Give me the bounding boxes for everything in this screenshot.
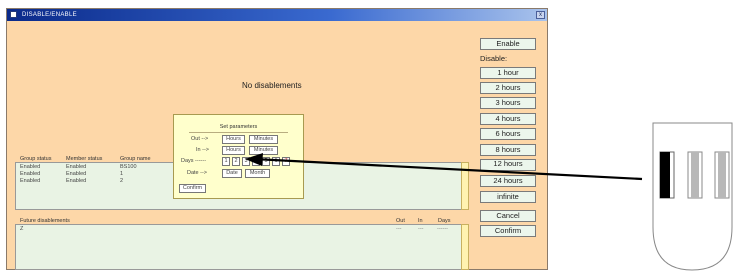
cancel-button[interactable]: Cancel bbox=[480, 210, 536, 222]
duration-infinite-button[interactable]: infinite bbox=[480, 191, 536, 203]
date-label: Date --> bbox=[187, 170, 208, 176]
disable-label: Disable: bbox=[480, 54, 508, 63]
duration-6-hours-button[interactable]: 6 hours bbox=[480, 128, 536, 140]
confirm-button[interactable]: Confirm bbox=[480, 225, 536, 237]
future-out-value: --- bbox=[396, 226, 402, 232]
table-cell: 2 bbox=[120, 178, 124, 184]
window-title: DISABLE/ENABLE bbox=[22, 12, 77, 18]
future-row-index: Z bbox=[20, 226, 24, 232]
close-button[interactable]: x bbox=[536, 11, 545, 19]
day-6-button[interactable]: 6 bbox=[272, 157, 280, 166]
duration-24-hours-button[interactable]: 24 hours bbox=[480, 175, 536, 187]
duration-4-hours-button[interactable]: 4 hours bbox=[480, 113, 536, 125]
future-disablements-list[interactable] bbox=[15, 224, 462, 270]
day-4-button[interactable]: 4 bbox=[252, 157, 260, 166]
month-button[interactable]: Month bbox=[245, 169, 270, 178]
out-label: Out --> bbox=[191, 136, 209, 142]
table-cell: Enabled bbox=[20, 171, 41, 177]
status-message: No disablements bbox=[242, 81, 302, 90]
day-7-button[interactable]: 7 bbox=[282, 157, 290, 166]
table-cell: 1 bbox=[120, 171, 124, 177]
in-hours-button[interactable]: Hours bbox=[222, 146, 245, 155]
in-minutes-button[interactable]: Minutes bbox=[249, 146, 278, 155]
duration-12-hours-button[interactable]: 12 hours bbox=[480, 159, 536, 171]
date-button[interactable]: Date bbox=[222, 169, 242, 178]
dialog-title: Set parameters bbox=[219, 124, 258, 130]
table-cell: Enabled bbox=[20, 178, 41, 184]
table-cell: BS100 bbox=[120, 164, 137, 170]
day-2-button[interactable]: 2 bbox=[232, 157, 240, 166]
future-in-value: --- bbox=[418, 226, 424, 232]
duration-3-hours-button[interactable]: 3 hours bbox=[480, 97, 536, 109]
app-icon bbox=[10, 11, 17, 18]
day-5-button[interactable]: 5 bbox=[262, 157, 270, 166]
table-cell: Enabled bbox=[66, 164, 87, 170]
title-bar: DISABLE/ENABLE x bbox=[7, 9, 547, 21]
set-parameters-dialog: Set parameters Out --> Hours Minutes In … bbox=[173, 114, 304, 199]
days-label: Days ------ bbox=[181, 158, 207, 164]
in-label: In --> bbox=[196, 147, 209, 153]
day-1-button[interactable]: 1 bbox=[222, 157, 230, 166]
duration-2-hours-button[interactable]: 2 hours bbox=[480, 82, 536, 94]
duration-8-hours-button[interactable]: 8 hours bbox=[480, 144, 536, 156]
dialog-divider bbox=[189, 132, 288, 133]
table-cell: Enabled bbox=[66, 171, 87, 177]
out-hours-button[interactable]: Hours bbox=[222, 135, 245, 144]
table-cell: Enabled bbox=[20, 164, 41, 170]
enable-button[interactable]: Enable bbox=[480, 38, 536, 50]
dialog-confirm-button[interactable]: Confirm bbox=[179, 184, 206, 193]
group-list-scrollbar[interactable] bbox=[461, 162, 469, 210]
day-3-button[interactable]: 3 bbox=[242, 157, 250, 166]
future-days-value: ------ bbox=[437, 226, 448, 232]
table-cell: Enabled bbox=[66, 178, 87, 184]
out-minutes-button[interactable]: Minutes bbox=[249, 135, 278, 144]
dip-switch-illustration bbox=[652, 122, 733, 271]
future-list-scrollbar[interactable] bbox=[461, 224, 469, 270]
duration-1-hour-button[interactable]: 1 hour bbox=[480, 67, 536, 79]
